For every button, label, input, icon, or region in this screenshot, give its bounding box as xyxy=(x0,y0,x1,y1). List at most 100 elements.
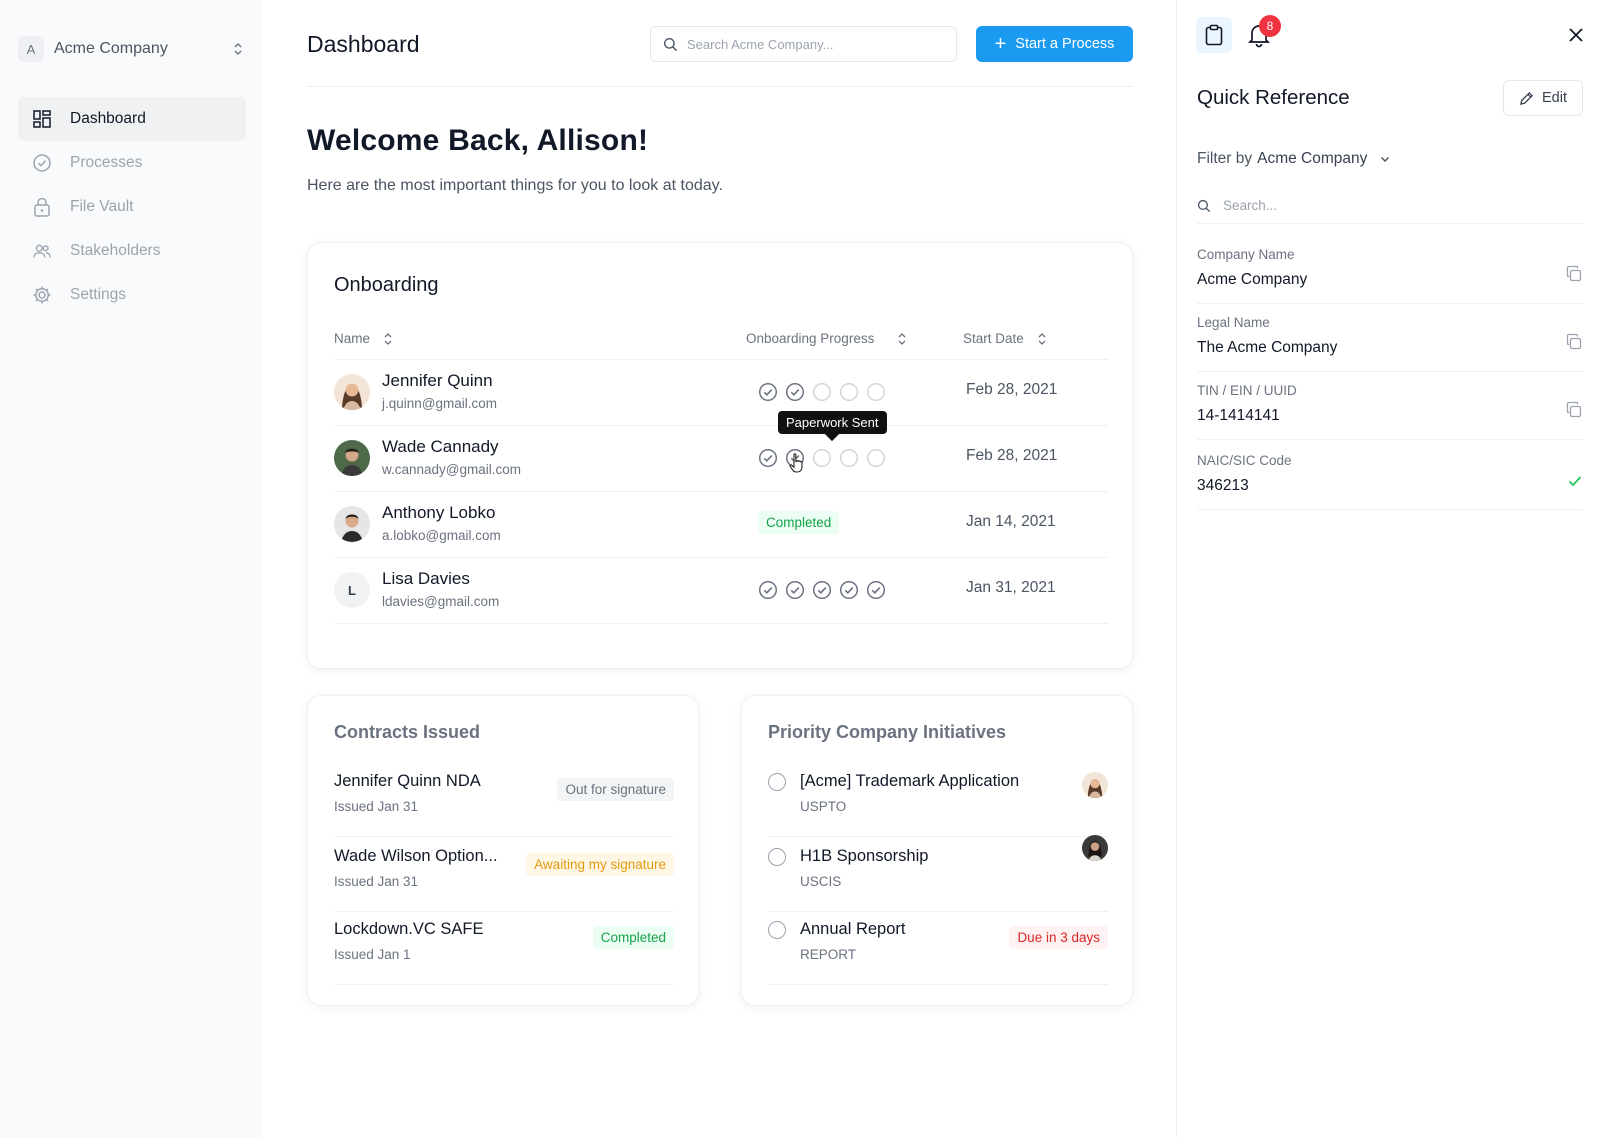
list-item[interactable]: Jennifer Quinn NDA Issued Jan 31 Out for… xyxy=(334,764,674,837)
start-process-button[interactable]: + Start a Process xyxy=(976,26,1133,62)
pencil-icon xyxy=(1519,91,1534,105)
global-search[interactable] xyxy=(650,26,957,62)
copy-icon[interactable] xyxy=(1565,401,1583,419)
table-row[interactable]: Jennifer Quinn j.quinn@gmail.com Feb 28,… xyxy=(334,359,1108,425)
table-row[interactable]: Wade Cannady w.cannady@gmail.com Feb 28,… xyxy=(334,425,1108,491)
initiative-agency: USPTO xyxy=(800,799,847,814)
filter-prefix: Filter by xyxy=(1197,150,1253,167)
panel-search[interactable] xyxy=(1197,188,1583,224)
step-tooltip: Paperwork Sent xyxy=(778,411,887,434)
contract-title: Jennifer Quinn NDA xyxy=(334,772,481,790)
step-pending-icon[interactable] xyxy=(812,382,832,402)
avatar xyxy=(1082,772,1108,798)
status-badge: Out for signature xyxy=(557,778,674,801)
contract-title: Wade Wilson Option... xyxy=(334,847,498,865)
avatar: L xyxy=(334,572,370,608)
initiative-radio[interactable] xyxy=(768,848,786,866)
avatar xyxy=(1082,835,1108,861)
lock-icon xyxy=(32,197,52,217)
main-content: Dashboard + Start a Process Welcome Back… xyxy=(262,0,1176,1138)
company-filter-dropdown[interactable]: Filter by Acme Company xyxy=(1197,150,1391,168)
field-label: TIN / EIN / UUID xyxy=(1197,383,1297,398)
initiative-radio[interactable] xyxy=(768,773,786,791)
start-date: Feb 28, 2021 xyxy=(966,381,1058,398)
initiative-title: H1B Sponsorship xyxy=(800,847,929,865)
column-header-name[interactable]: Name xyxy=(334,331,394,346)
progress-steps xyxy=(758,448,886,468)
header-divider xyxy=(307,86,1133,87)
initiative-agency: USCIS xyxy=(800,874,842,889)
step-done-icon[interactable] xyxy=(812,580,832,600)
step-pending-icon[interactable] xyxy=(812,448,832,468)
status-badge: Completed xyxy=(592,926,674,949)
step-done-icon[interactable] xyxy=(839,580,859,600)
initiative-radio[interactable] xyxy=(768,921,786,939)
company-switcher[interactable]: A Acme Company xyxy=(18,33,246,65)
onboarding-title: Onboarding xyxy=(334,274,439,296)
list-item[interactable]: [Acme] Trademark Application USPTO xyxy=(768,764,1108,837)
panel-search-input[interactable] xyxy=(1223,198,1563,213)
field-value: 14-1414141 xyxy=(1197,407,1280,424)
copy-icon[interactable] xyxy=(1565,333,1583,351)
chevron-down-icon xyxy=(1381,156,1390,163)
list-item[interactable]: Wade Wilson Option... Issued Jan 31 Awai… xyxy=(334,839,674,912)
column-header-label: Name xyxy=(334,331,371,346)
start-date: Jan 31, 2021 xyxy=(966,579,1056,596)
chevron-updown-icon xyxy=(234,43,242,55)
search-icon xyxy=(663,37,678,51)
step-done-icon[interactable] xyxy=(758,448,778,468)
close-icon[interactable] xyxy=(1568,27,1584,43)
column-header-progress[interactable]: Onboarding Progress xyxy=(746,331,908,346)
sidebar-item-label: File Vault xyxy=(70,198,134,215)
step-pending-icon[interactable] xyxy=(839,382,859,402)
search-input[interactable] xyxy=(687,36,937,52)
step-done-icon[interactable] xyxy=(785,580,805,600)
sidebar-item-settings[interactable]: Settings xyxy=(18,273,246,317)
panel-title: Quick Reference xyxy=(1197,86,1350,109)
table-row[interactable]: L Lisa Davies ldavies@gmail.com Jan 31, … xyxy=(334,557,1108,623)
column-header-start-date[interactable]: Start Date xyxy=(963,331,1048,346)
initiatives-card: Priority Company Initiatives [Acme] Trad… xyxy=(741,695,1133,1006)
field-value: The Acme Company xyxy=(1197,339,1338,356)
sidebar-item-file-vault[interactable]: File Vault xyxy=(18,185,246,229)
progress-steps xyxy=(758,382,886,402)
step-pending-icon[interactable] xyxy=(866,382,886,402)
step-pending-icon[interactable] xyxy=(839,448,859,468)
avatar xyxy=(334,440,370,476)
gear-icon xyxy=(32,285,52,305)
hand-pointer-icon xyxy=(789,453,803,473)
step-pending-icon[interactable] xyxy=(866,448,886,468)
copy-icon[interactable] xyxy=(1565,265,1583,283)
status-badge: Awaiting my signature xyxy=(526,853,674,876)
table-row[interactable]: Anthony Lobko a.lobko@gmail.com Complete… xyxy=(334,491,1108,557)
contract-issued: Issued Jan 31 xyxy=(334,874,419,889)
list-item[interactable]: Annual Report REPORT Due in 3 days xyxy=(768,912,1108,985)
sidebar-item-dashboard[interactable]: Dashboard xyxy=(18,97,246,141)
clipboard-icon xyxy=(1205,24,1223,46)
onboarding-card: Onboarding Name Onboarding Progress Star… xyxy=(307,242,1133,669)
start-date: Feb 28, 2021 xyxy=(966,447,1058,464)
list-item[interactable]: H1B Sponsorship USCIS xyxy=(768,835,1108,912)
list-item[interactable]: Lockdown.VC SAFE Issued Jan 1 Completed xyxy=(334,912,674,985)
sidebar-item-label: Dashboard xyxy=(70,110,146,127)
checkmark-icon xyxy=(1568,476,1582,487)
person-email: w.cannady@gmail.com xyxy=(382,462,522,477)
step-done-icon[interactable] xyxy=(758,580,778,600)
sidebar-item-processes[interactable]: Processes xyxy=(18,141,246,185)
status-badge: Completed xyxy=(758,511,840,534)
start-date: Jan 14, 2021 xyxy=(966,513,1056,530)
sidebar-item-stakeholders[interactable]: Stakeholders xyxy=(18,229,246,273)
edit-label: Edit xyxy=(1542,90,1567,106)
step-done-icon[interactable] xyxy=(758,382,778,402)
sidebar-item-label: Processes xyxy=(70,154,143,171)
clipboard-tab[interactable] xyxy=(1196,17,1232,53)
contract-issued: Issued Jan 31 xyxy=(334,799,419,814)
column-header-label: Start Date xyxy=(963,331,1024,346)
column-header-label: Onboarding Progress xyxy=(746,331,875,346)
step-done-icon[interactable] xyxy=(785,382,805,402)
edit-button[interactable]: Edit xyxy=(1503,80,1583,116)
welcome-subtitle: Here are the most important things for y… xyxy=(307,177,723,194)
step-done-icon[interactable] xyxy=(866,580,886,600)
start-process-label: Start a Process xyxy=(1015,36,1115,52)
initiative-title: [Acme] Trademark Application xyxy=(800,772,1020,790)
